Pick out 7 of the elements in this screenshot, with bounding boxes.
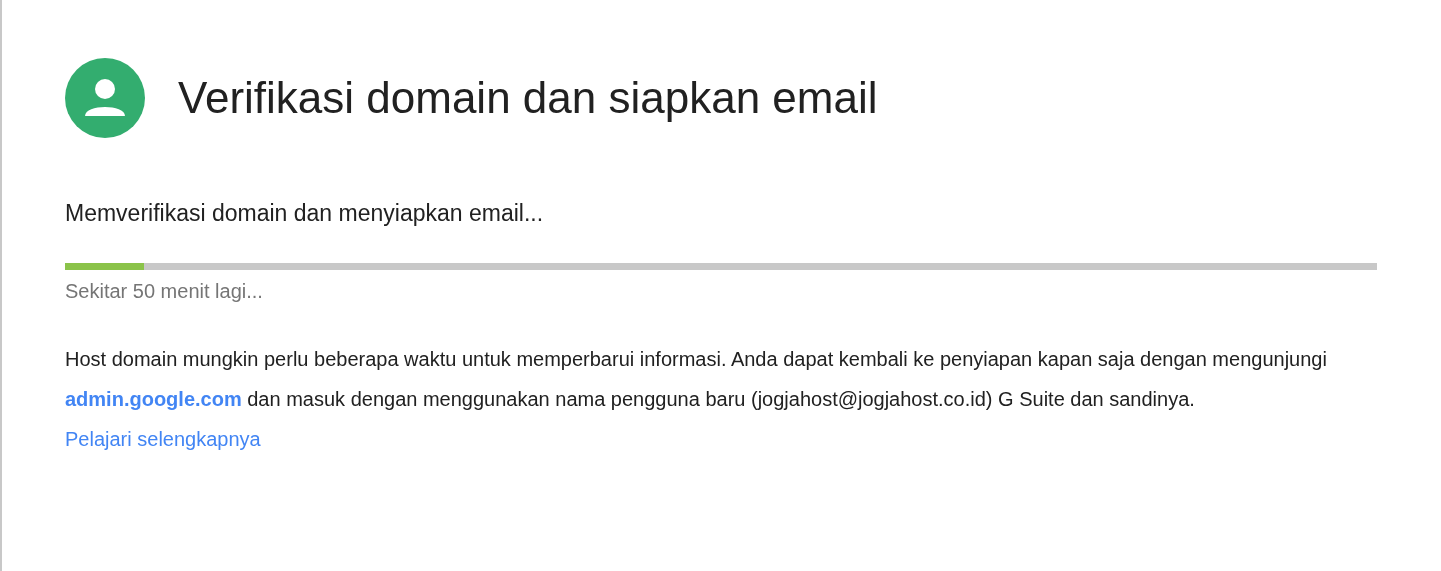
page-title: Verifikasi domain dan siapkan email [178,73,878,123]
status-heading: Memverifikasi domain dan menyiapkan email... [65,200,545,227]
admin-link[interactable]: admin.google.com [65,388,242,410]
user-avatar-icon [65,58,145,138]
time-estimate: Sekitar 50 menit lagi... [65,280,264,303]
info-paragraph: Host domain mungkin perlu beberapa waktu untuk memperbarui informasi. Anda dapat kembali ke penyiapan kapan saja dengan mengunjungi admin.google.com dan masuk dengan menggunakan nama pengguna baru (jogjahost@jogjahost.co.id) G Suite dan sandinya. Pelajari selengkapnya [65,347,1328,452]
learn-more-link[interactable]: Pelajari selengkapnya [65,428,261,450]
